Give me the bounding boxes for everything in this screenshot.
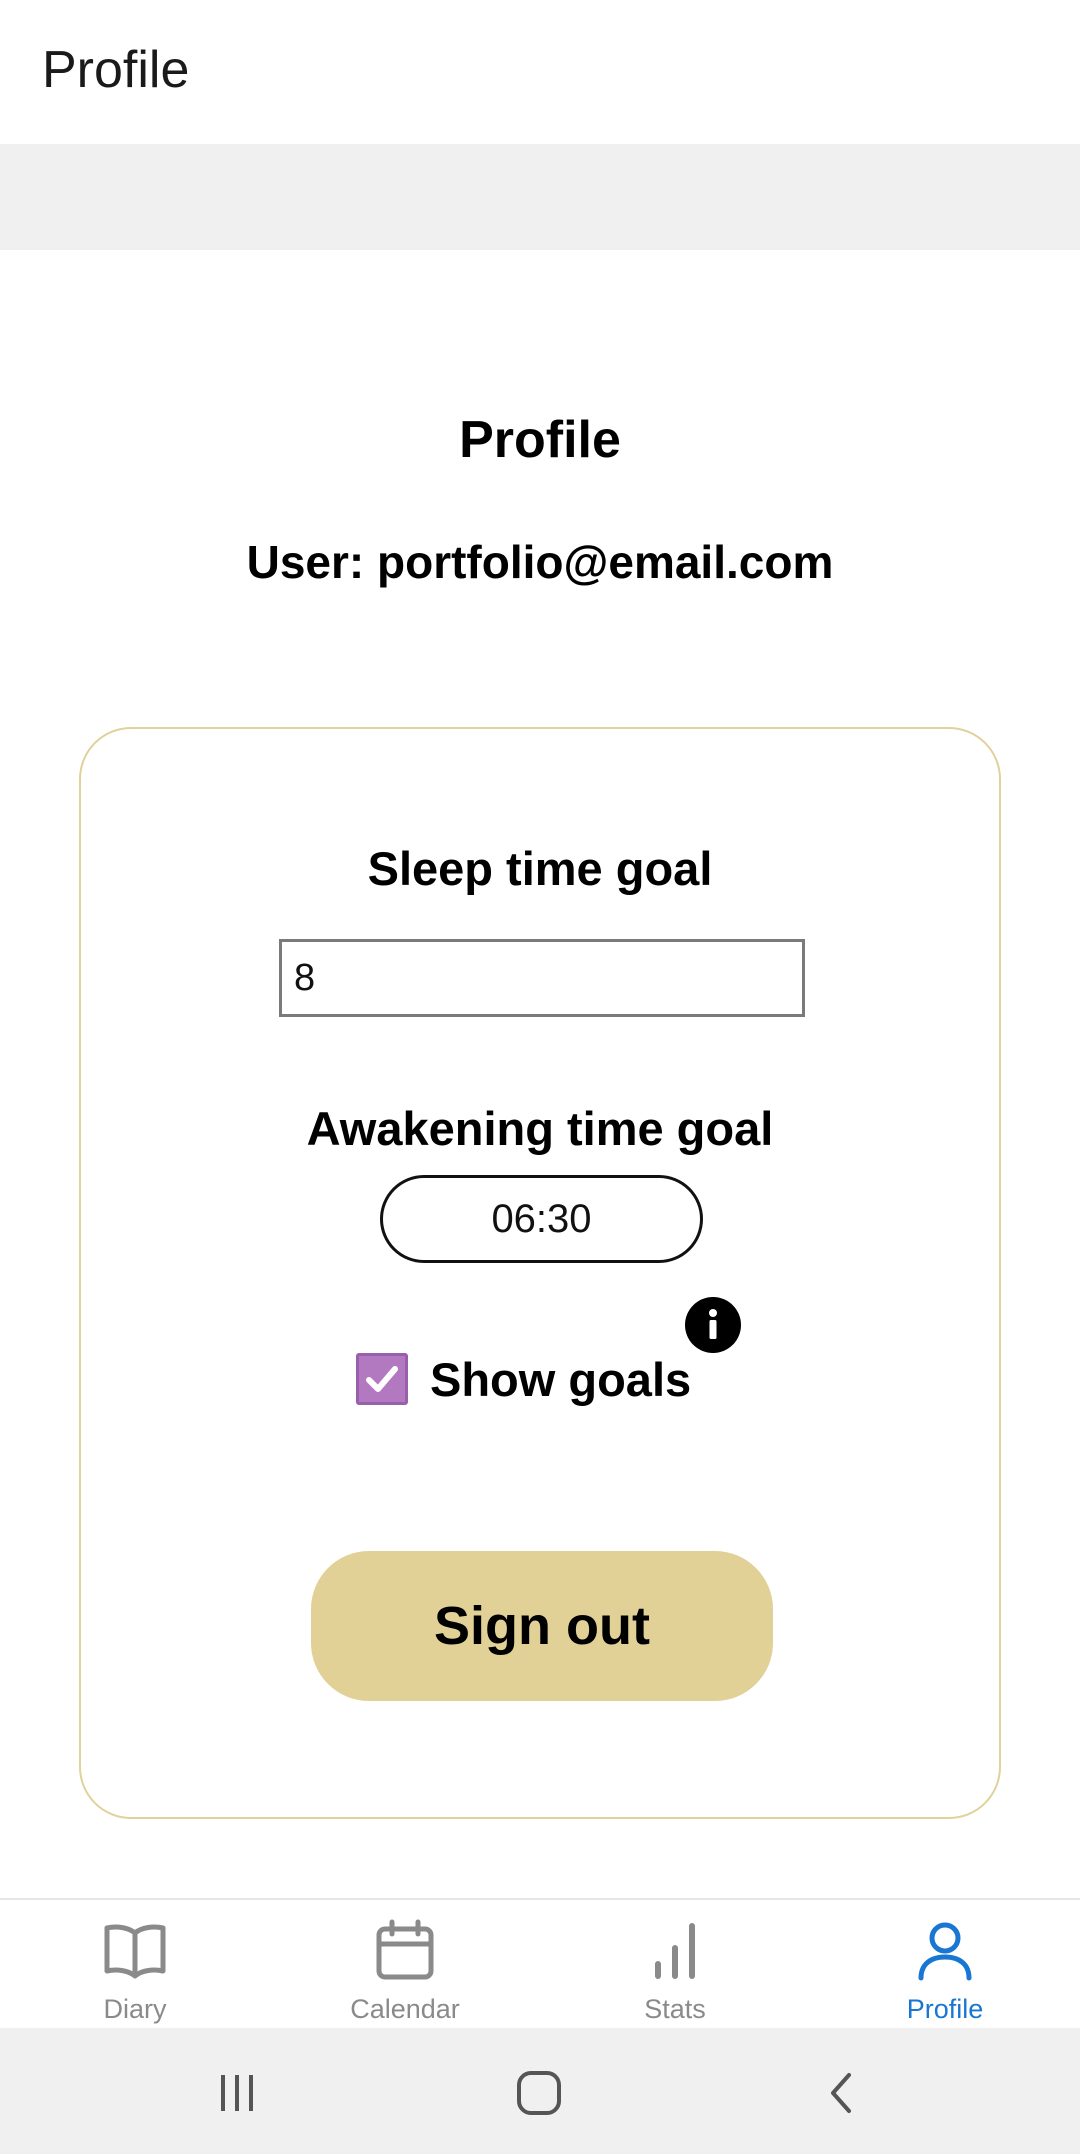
user-icon <box>910 1918 980 1984</box>
nav-item-profile[interactable]: Profile <box>810 1900 1080 2030</box>
calendar-icon <box>370 1918 440 1984</box>
awakening-goal-label: Awakening time goal <box>306 1102 774 1155</box>
book-icon <box>100 1918 170 1984</box>
nav-item-stats[interactable]: Stats <box>540 1900 810 2030</box>
awakening-time-picker[interactable]: 06:30 <box>380 1175 703 1263</box>
info-icon[interactable] <box>685 1297 741 1353</box>
system-nav-bar <box>0 2028 1080 2154</box>
nav-label-stats: Stats <box>644 1994 706 2024</box>
bottom-nav: Diary Calendar Stats Profile <box>0 1898 1080 2028</box>
sign-out-button[interactable]: Sign out <box>311 1551 773 1701</box>
user-email: User: portfolio@email.com <box>246 536 834 588</box>
nav-item-calendar[interactable]: Calendar <box>270 1900 540 2030</box>
show-goals-checkbox[interactable] <box>356 1353 408 1405</box>
nav-item-diary[interactable]: Diary <box>0 1900 270 2030</box>
nav-label-calendar: Calendar <box>350 1994 460 2024</box>
app-header: Profile <box>0 0 1080 144</box>
recent-apps-icon[interactable] <box>192 2058 282 2128</box>
awakening-time-value: 06:30 <box>491 1196 592 1241</box>
back-icon[interactable] <box>796 2058 886 2128</box>
sleep-goal-label: Sleep time goal <box>367 842 713 895</box>
nav-label-profile: Profile <box>906 1994 984 2024</box>
page-title: Profile <box>459 411 621 469</box>
header-title: Profile <box>42 41 190 99</box>
home-icon[interactable] <box>494 2058 584 2128</box>
app-root: Profile Profile User: portfolio@email.co… <box>0 0 1080 2154</box>
sleep-goal-input[interactable] <box>279 939 805 1017</box>
show-goals-toggle[interactable]: Show goals <box>356 1344 691 1414</box>
header-spacer <box>0 144 1080 250</box>
show-goals-label: Show goals <box>430 1352 692 1406</box>
bar-chart-icon <box>640 1918 710 1984</box>
checkmark-icon <box>366 1366 398 1392</box>
goals-card: Sleep time goal Awakening time goal 06:3… <box>79 727 1001 1819</box>
nav-label-diary: Diary <box>103 1994 167 2024</box>
